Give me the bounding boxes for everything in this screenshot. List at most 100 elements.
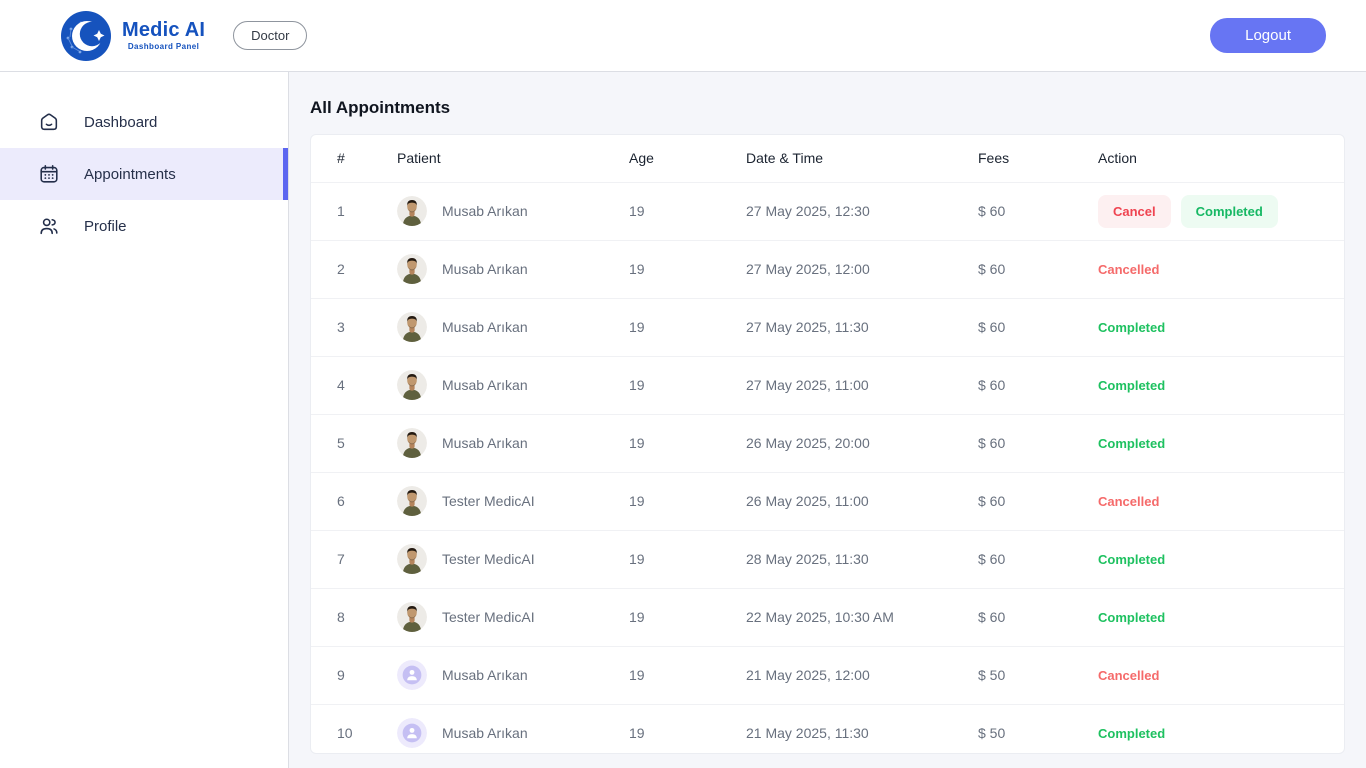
avatar-photo-icon — [397, 312, 427, 342]
appointment-datetime: 21 May 2025, 11:30 — [746, 704, 978, 754]
crescent-logo-icon — [60, 10, 112, 62]
appointment-datetime: 26 May 2025, 11:00 — [746, 472, 978, 530]
action-cell: Completed — [1098, 414, 1344, 472]
avatar-photo-icon — [397, 428, 427, 458]
patient-age: 19 — [629, 298, 746, 356]
patient-name: Musab Arıkan — [442, 319, 528, 335]
patient-avatar-photo — [397, 196, 427, 226]
patient-name: Musab Arıkan — [442, 203, 528, 219]
patient-avatar-photo — [397, 486, 427, 516]
patient-name: Musab Arıkan — [442, 667, 528, 683]
home-icon — [38, 111, 60, 133]
appointment-fees: $ 60 — [978, 588, 1098, 646]
brand-logo: Medic AI Dashboard Panel — [60, 10, 205, 62]
table-row: 9 Musab Arıkan 19 21 May 2025, 12:00 $ 5… — [311, 646, 1344, 704]
action-cell: Cancelled — [1098, 646, 1344, 704]
patient-age: 19 — [629, 530, 746, 588]
table-row: 4 Musab Arıkan 19 27 May 2025, 11 — [311, 356, 1344, 414]
col-header-fees: Fees — [978, 135, 1098, 182]
page-title: All Appointments — [310, 98, 1345, 118]
appointments-table-body: 1 Musab Arıkan 19 27 May 2025, 12 — [311, 182, 1344, 754]
logout-button[interactable]: Logout — [1210, 18, 1326, 53]
sidebar-item-dashboard[interactable]: Dashboard — [0, 96, 288, 148]
appointment-fees: $ 60 — [978, 530, 1098, 588]
appointment-fees: $ 60 — [978, 182, 1098, 240]
row-index: 7 — [311, 530, 397, 588]
appointment-datetime: 28 May 2025, 11:30 — [746, 530, 978, 588]
appointment-fees: $ 60 — [978, 240, 1098, 298]
appointment-fees: $ 60 — [978, 472, 1098, 530]
status-label: Cancelled — [1098, 668, 1159, 683]
action-cell: Completed — [1098, 704, 1344, 754]
patient-avatar-placeholder — [397, 660, 427, 690]
action-buttons: CancelCompleted — [1098, 203, 1278, 219]
table-header: # Patient Age Date & Time Fees Action — [311, 135, 1344, 182]
patient-name: Musab Arıkan — [442, 377, 528, 393]
patient-cell: Musab Arıkan — [397, 254, 629, 284]
avatar-photo-icon — [397, 602, 427, 632]
patient-cell: Musab Arıkan — [397, 196, 629, 226]
appointments-table: # Patient Age Date & Time Fees Action 1 — [311, 135, 1344, 754]
table-row: 10 Musab Arıkan 19 21 May 2025, 11:30 $ … — [311, 704, 1344, 754]
patient-name: Tester MedicAI — [442, 551, 535, 567]
row-index: 2 — [311, 240, 397, 298]
table-row: 1 Musab Arıkan 19 27 May 2025, 12 — [311, 182, 1344, 240]
patient-age: 19 — [629, 472, 746, 530]
calendar-icon — [38, 163, 60, 185]
sidebar-item-appointments[interactable]: Appointments — [0, 148, 288, 200]
patient-name: Tester MedicAI — [442, 609, 535, 625]
patient-age: 19 — [629, 704, 746, 754]
row-index: 9 — [311, 646, 397, 704]
patient-name: Musab Arıkan — [442, 435, 528, 451]
status-label: Completed — [1098, 378, 1165, 393]
patient-avatar-placeholder — [397, 718, 427, 748]
patient-cell: Tester MedicAI — [397, 544, 629, 574]
body-row: Dashboard Appointments — [0, 72, 1366, 768]
patient-cell: Musab Arıkan — [397, 312, 629, 342]
avatar-photo-icon — [397, 544, 427, 574]
row-index: 6 — [311, 472, 397, 530]
app-root: Medic AI Dashboard Panel Doctor Logout D… — [0, 0, 1366, 768]
table-row: 6 Tester MedicAI 19 26 May 2025, — [311, 472, 1344, 530]
appointment-datetime: 27 May 2025, 12:30 — [746, 182, 978, 240]
status-label: Completed — [1098, 552, 1165, 567]
top-header: Medic AI Dashboard Panel Doctor Logout — [0, 0, 1366, 72]
avatar-user-icon — [397, 718, 427, 748]
appointment-datetime: 27 May 2025, 12:00 — [746, 240, 978, 298]
patient-avatar-photo — [397, 602, 427, 632]
patient-avatar-photo — [397, 370, 427, 400]
row-index: 1 — [311, 182, 397, 240]
main-content: All Appointments # Patient Age Date & Ti… — [289, 72, 1366, 768]
avatar-photo-icon — [397, 370, 427, 400]
avatar-photo-icon — [397, 196, 427, 226]
action-cell: Cancelled — [1098, 472, 1344, 530]
table-row: 2 Musab Arıkan 19 27 May 2025, 12 — [311, 240, 1344, 298]
appointment-datetime: 26 May 2025, 20:00 — [746, 414, 978, 472]
action-cell: Completed — [1098, 588, 1344, 646]
brand-tagline: Dashboard Panel — [122, 43, 205, 51]
row-index: 5 — [311, 414, 397, 472]
sidebar-item-label: Dashboard — [84, 114, 157, 131]
avatar-user-icon — [397, 660, 427, 690]
appointment-datetime: 22 May 2025, 10:30 AM — [746, 588, 978, 646]
status-label: Completed — [1098, 610, 1165, 625]
status-label: Completed — [1098, 320, 1165, 335]
action-cell: Completed — [1098, 298, 1344, 356]
col-header-datetime: Date & Time — [746, 135, 978, 182]
appointment-fees: $ 50 — [978, 704, 1098, 754]
status-label: Completed — [1098, 436, 1165, 451]
patient-avatar-photo — [397, 544, 427, 574]
appointment-fees: $ 60 — [978, 298, 1098, 356]
sidebar-item-label: Appointments — [84, 166, 176, 183]
patient-cell: Musab Arıkan — [397, 428, 629, 458]
appointment-fees: $ 60 — [978, 414, 1098, 472]
completed-button[interactable]: Completed — [1181, 195, 1278, 228]
appointment-fees: $ 60 — [978, 356, 1098, 414]
patient-cell: Musab Arıkan — [397, 660, 629, 690]
patient-age: 19 — [629, 182, 746, 240]
cancel-button[interactable]: Cancel — [1098, 195, 1171, 228]
table-row: 8 Tester MedicAI 19 22 May 2025, — [311, 588, 1344, 646]
row-index: 3 — [311, 298, 397, 356]
row-index: 8 — [311, 588, 397, 646]
sidebar-item-profile[interactable]: Profile — [0, 200, 288, 252]
